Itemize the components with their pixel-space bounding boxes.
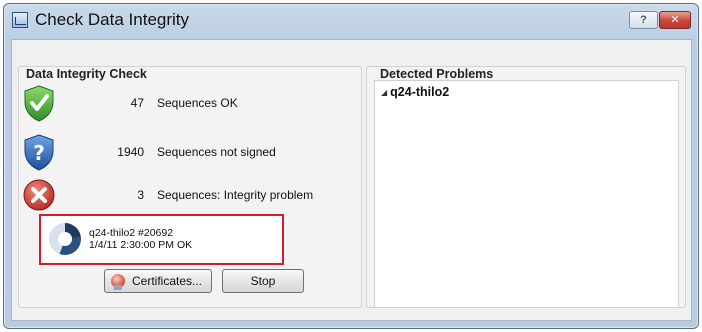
- progress-status: 1/4/11 2:30:00 PM OK: [89, 239, 193, 251]
- stop-button-label: Stop: [250, 274, 276, 288]
- title-bar[interactable]: Check Data Integrity ? ✕: [4, 4, 698, 38]
- ok-count: 47: [130, 96, 144, 110]
- not-signed-label: Sequences not signed: [157, 145, 276, 159]
- window-title: Check Data Integrity: [35, 10, 190, 29]
- detected-problems-title: Detected Problems: [380, 67, 494, 81]
- current-check-highlight: q24-thilo2 #20692 1/4/11 2:30:00 PM OK: [39, 214, 284, 265]
- expand-triangle-icon[interactable]: ◢: [381, 88, 387, 97]
- not-signed-count: 1940: [117, 145, 144, 159]
- stop-button[interactable]: Stop: [222, 269, 304, 293]
- problem-label: Sequences: Integrity problem: [157, 188, 314, 202]
- progress-spinner-icon: [49, 223, 81, 255]
- tree-item-q24-thilo2[interactable]: ◢ q24-thilo2: [381, 85, 449, 99]
- stat-row-not-signed: ? 1940 Sequences not signed: [12, 133, 342, 173]
- detected-problems-tree[interactable]: ◢ q24-thilo2: [374, 80, 679, 308]
- svg-text:?: ?: [33, 141, 45, 165]
- dialog-client-area: Data Integrity Check 47 Sequences OK ? 1…: [11, 39, 692, 321]
- progress-sequence: q24-thilo2 #20692: [89, 227, 174, 239]
- shield-question-icon: ?: [24, 134, 54, 171]
- certificates-button[interactable]: Certificates...: [104, 269, 212, 293]
- shield-check-icon: [24, 85, 54, 122]
- dialog-window: Check Data Integrity ? ✕ Data Integrity …: [3, 3, 699, 329]
- certificate-icon: [111, 274, 125, 290]
- stat-row-integrity-problem: 3 Sequences: Integrity problem: [12, 176, 342, 216]
- help-button[interactable]: ?: [629, 11, 658, 29]
- app-chart-icon: [12, 12, 28, 28]
- data-integrity-group-title: Data Integrity Check: [26, 67, 147, 81]
- tree-item-label: q24-thilo2: [390, 85, 450, 99]
- problem-count: 3: [137, 188, 144, 202]
- stat-row-ok: 47 Sequences OK: [12, 84, 342, 124]
- ok-label: Sequences OK: [157, 96, 238, 110]
- certificates-button-label: Certificates...: [131, 274, 203, 288]
- error-x-icon: [23, 179, 55, 211]
- close-button[interactable]: ✕: [659, 11, 691, 29]
